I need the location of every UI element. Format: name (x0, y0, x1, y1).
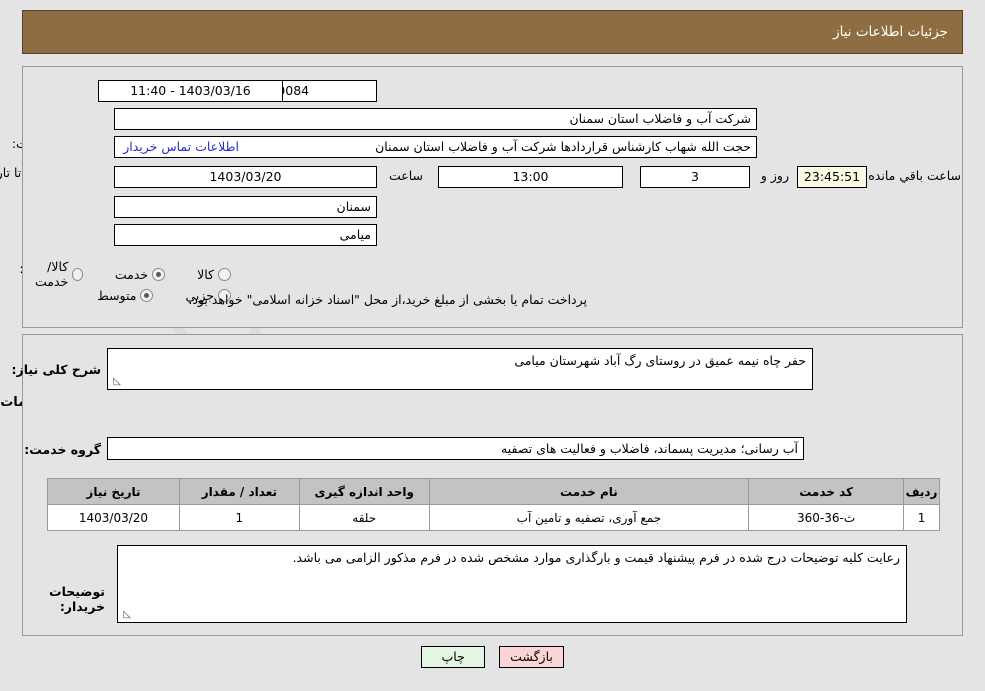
service-group-value[interactable]: آب رسانی؛ مدیریت پسماند، فاضلاب و فعالیت… (107, 437, 804, 460)
public-announce-value[interactable]: 1403/03/16 - 11:40 (98, 80, 283, 102)
radio-icon-motavaset[interactable] (140, 289, 154, 302)
resize-grip-icon-notes[interactable]: ◺ (121, 610, 131, 620)
buyer-notes-label: توضیحات خریدار: (49, 584, 105, 614)
countdown-timer: 23:45:51 (797, 166, 867, 188)
category-option-khedmat[interactable]: خدمت (115, 267, 169, 282)
services-table: ردیف کد خدمت نام خدمت واحد اندازه گیری ت… (47, 478, 940, 531)
buyer-contact-link[interactable]: اطلاعات تماس خریدار (123, 139, 239, 154)
category-option-khedmat-label: خدمت (114, 266, 149, 282)
page-header: جزئیات اطلاعات نیاز (22, 10, 963, 54)
cell-name: جمع آوری، تصفیه و تامین آب (428, 504, 750, 531)
footer-actions: بازگشت چاپ (0, 646, 985, 668)
cell-code: ث-36-360 (748, 504, 905, 531)
radio-icon-kala-khedmat[interactable] (72, 267, 83, 281)
province-value[interactable]: سمنان (114, 196, 377, 218)
description-label: شرح کلی نیاز: (11, 362, 101, 377)
category-option-kala-khedmat-label: کالا/خدمت (35, 259, 69, 289)
back-button[interactable]: بازگشت (499, 646, 564, 668)
category-option-kala-khedmat[interactable]: کالا/خدمت (26, 259, 87, 289)
page-root: AriaTender.net جزئیات اطلاعات نیاز شماره… (0, 0, 985, 691)
category-option-kala[interactable]: کالا (197, 267, 235, 282)
th-index: ردیف (903, 478, 940, 505)
buyer-notes-textarea[interactable]: رعایت کلیه توضیحات درج شده در فرم پیشنها… (117, 545, 907, 623)
cell-need-date: 1403/03/20 (47, 504, 180, 531)
remaining-days-suffix: روز و (760, 168, 789, 183)
cell-unit: حلقه (298, 504, 430, 531)
th-need-date: تاریخ نیاز (47, 478, 180, 505)
remaining-days-value[interactable]: 3 (640, 166, 750, 188)
resize-grip-icon[interactable]: ◺ (111, 377, 121, 387)
purchase-option-motavaset-label: متوسط (97, 288, 137, 303)
deadline-hour-value[interactable]: 13:00 (438, 166, 623, 188)
description-textarea[interactable]: حفر چاه نیمه عمیق در روستای رگ آباد شهرس… (107, 348, 813, 390)
page-title: جزئیات اطلاعات نیاز (833, 24, 948, 40)
th-quantity: تعداد / مقدار (178, 478, 300, 505)
th-unit: واحد اندازه گیری (298, 478, 430, 505)
category-radio-group: کالا خدمت کالا/خدمت (0, 259, 235, 289)
cell-index: 1 (903, 504, 940, 531)
table-row: 1 ث-36-360 جمع آوری، تصفیه و تامین آب حل… (47, 504, 940, 531)
buyer-notes-text: رعایت کلیه توضیحات درج شده در فرم پیشنها… (292, 550, 900, 565)
table-header-row: ردیف کد خدمت نام خدمت واحد اندازه گیری ت… (47, 478, 940, 505)
treasury-note: پرداخت تمام یا بخشی از مبلغ خرید،از محل … (188, 292, 587, 307)
buyer-org-value[interactable]: شرکت آب و فاضلاب استان سمنان (114, 108, 757, 130)
countdown-suffix: ساعت باقي مانده (868, 168, 961, 183)
th-name: نام خدمت (428, 478, 750, 505)
category-option-kala-label: کالا (197, 266, 214, 282)
deadline-hour-label: ساعت (388, 168, 423, 183)
th-code: کد خدمت (748, 478, 905, 505)
service-group-label: گروه خدمت: (24, 442, 101, 457)
cell-quantity: 1 (178, 504, 300, 531)
city-value[interactable]: میامی (114, 224, 377, 246)
deadline-date-value[interactable]: 1403/03/20 (114, 166, 377, 188)
purchase-option-motavaset[interactable]: متوسط (97, 288, 157, 303)
description-text: حفر چاه نیمه عمیق در روستای رگ آباد شهرس… (514, 353, 806, 368)
print-button[interactable]: چاپ (421, 646, 486, 668)
radio-icon-khedmat[interactable] (152, 267, 166, 281)
radio-icon-kala[interactable] (218, 267, 231, 281)
